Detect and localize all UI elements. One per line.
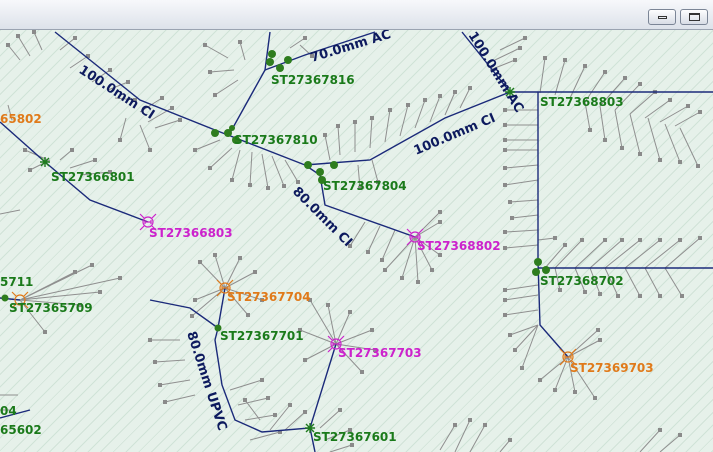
node-label: ST27366801 xyxy=(51,170,135,184)
node-label: ST27367810 xyxy=(234,133,318,147)
node-label: ST27369703 xyxy=(570,361,654,375)
pipe-labels: 100.0mm CI 70.0mm AC 100.0mm AC 100.0mm … xyxy=(76,27,527,433)
node-label: 65802 xyxy=(0,112,42,126)
node-label: ST27367701 xyxy=(220,329,304,343)
node-label: 65602 xyxy=(0,423,42,437)
maximize-button[interactable] xyxy=(680,9,708,25)
pipe-label: 100.0mm CI xyxy=(76,63,157,123)
node-label: ST27368702 xyxy=(540,274,624,288)
map-window: 100.0mm CI 70.0mm AC 100.0mm AC 100.0mm … xyxy=(0,0,713,452)
node-label: ST27367703 xyxy=(338,346,422,360)
node-label: 04 xyxy=(0,404,17,418)
network-map[interactable]: 100.0mm CI 70.0mm AC 100.0mm AC 100.0mm … xyxy=(0,27,713,452)
node-label: ST27367816 xyxy=(271,73,355,87)
pipe-label: 80.0mm CI xyxy=(289,184,355,250)
network-map-canvas[interactable]: 100.0mm CI 70.0mm AC 100.0mm AC 100.0mm … xyxy=(0,27,713,452)
node-label: ST27367704 xyxy=(227,290,311,304)
minimize-icon xyxy=(658,16,667,19)
minimize-button[interactable] xyxy=(648,9,676,25)
node-label: ST27368803 xyxy=(540,95,624,109)
pipe-label: 100.0mm AC xyxy=(465,30,527,115)
pipe-label: 70.0mm AC xyxy=(309,30,393,66)
pipe-label: 80.0mm UPVC xyxy=(183,330,229,433)
node-label: ST27367804 xyxy=(323,179,407,193)
node-label: 5711 xyxy=(0,275,33,289)
title-bar xyxy=(0,0,713,30)
node-label: ST27366803 xyxy=(149,226,233,240)
node-label: ST27367601 xyxy=(313,430,397,444)
pipe-label: 100.0mm CI xyxy=(412,111,498,159)
node-label: ST27368802 xyxy=(417,239,501,253)
node-label: ST27365709 xyxy=(9,301,93,315)
restore-icon xyxy=(689,13,700,21)
